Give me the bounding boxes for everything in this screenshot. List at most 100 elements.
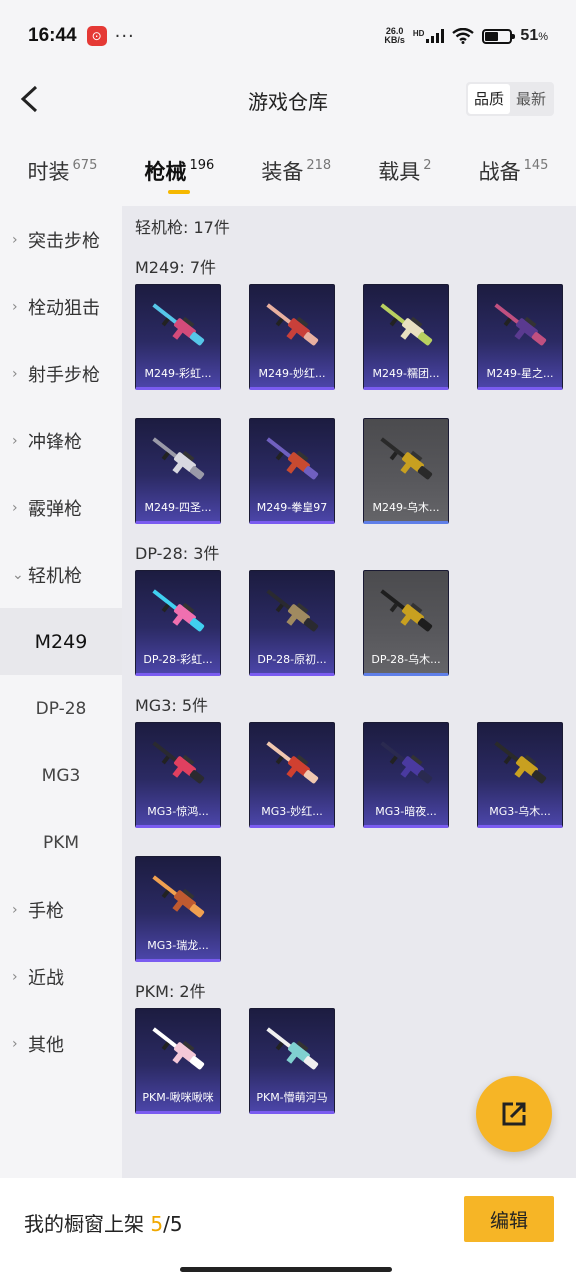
app-notification-icon: ⊙ [86, 26, 107, 46]
weapon-skin-image [152, 303, 205, 346]
group-title-mg3: MG3: 5件 [135, 696, 209, 715]
weapon-skin-image [152, 437, 205, 480]
item-grid-m249: M249-彩虹... M249-妙红... M249-糯团... M249-星之… [135, 284, 576, 552]
skin-card-label: MG3-暗夜... [375, 805, 437, 818]
group-title-m249: M249: 7件 [135, 258, 217, 277]
sidebar-item-other[interactable]: › 其他 [0, 1010, 122, 1077]
weapon-skin-image [266, 589, 319, 632]
tab-equipment[interactable]: 装备 218 [261, 148, 331, 198]
tab-combat-supplies[interactable]: 战备 145 [479, 148, 549, 198]
skin-card-label: M249-彩虹... [144, 367, 212, 380]
skin-card-label: M249-四圣... [144, 501, 212, 514]
status-bar: 16:44 ⊙ ··· 26.0 KB/s HD 51% [0, 0, 576, 72]
skin-card[interactable]: M249-妙红... [249, 284, 335, 390]
chevron-right-icon: › [12, 365, 18, 382]
sidebar-subitem-pkm[interactable]: PKM [0, 809, 122, 876]
edit-button[interactable]: 编辑 [464, 1196, 554, 1242]
category-tabs: 时装 675 枪械 196 装备 218 载具 2 战备 145 [0, 148, 576, 198]
weapon-skin-image [266, 303, 319, 346]
weapon-skin-image [494, 303, 547, 346]
sidebar-item-smgs[interactable]: › 冲锋枪 [0, 407, 122, 474]
item-grid-mg3: MG3-惊鸿... MG3-妙红... MG3-暗夜... MG3-乌木... … [135, 722, 576, 990]
sidebar-item-shotguns[interactable]: › 霰弹枪 [0, 474, 122, 541]
skin-card[interactable]: M249-乌木... [363, 418, 449, 524]
weapon-skin-image [266, 437, 319, 480]
skin-card[interactable]: MG3-妙红... [249, 722, 335, 828]
weapon-skin-image [152, 589, 205, 632]
chevron-right-icon: › [12, 432, 18, 449]
item-grid-dp28: DP-28-彩虹... DP-28-原初... DP-28-乌木... [135, 570, 576, 704]
skin-card[interactable]: MG3-乌木... [477, 722, 563, 828]
status-right: 26.0 KB/s HD 51% [384, 27, 548, 45]
sidebar-item-melee[interactable]: › 近战 [0, 943, 122, 1010]
item-list: 轻机枪: 17件 M249: 7件 M249-彩虹... M249-妙红... … [122, 206, 576, 1178]
skin-card[interactable]: M249-星之... [477, 284, 563, 390]
skin-card-label: M249-糯团... [372, 367, 440, 380]
skin-card-label: DP-28-彩虹... [143, 653, 213, 666]
skin-card[interactable]: PKM-啾咪啾咪 [135, 1008, 221, 1114]
share-external-icon [502, 1102, 526, 1126]
skin-card-label: PKM-懵萌河马 [256, 1091, 328, 1104]
weapon-skin-image [266, 1027, 319, 1070]
skin-card[interactable]: MG3-暗夜... [363, 722, 449, 828]
skin-card[interactable]: M249-拳皇97 [249, 418, 335, 524]
chevron-right-icon: › [12, 499, 18, 516]
sidebar-subitem-dp28[interactable]: DP-28 [0, 675, 122, 742]
weapon-skin-image [266, 741, 319, 784]
sort-quality-button[interactable]: 品质 [467, 84, 510, 114]
weapon-skin-image [152, 1027, 205, 1070]
sidebar-subitem-mg3[interactable]: MG3 [0, 742, 122, 809]
home-indicator[interactable] [180, 1267, 392, 1272]
skin-card-label: M249-乌木... [372, 501, 440, 514]
group-title-dp28: DP-28: 3件 [135, 544, 220, 563]
sort-toggle: 品质 最新 [465, 82, 554, 116]
group-title-pkm: PKM: 2件 [135, 982, 206, 1001]
skin-card[interactable]: M249-糯团... [363, 284, 449, 390]
skin-card[interactable]: M249-四圣... [135, 418, 221, 524]
tab-firearms[interactable]: 枪械 196 [144, 148, 214, 198]
sidebar-item-bolt-snipers[interactable]: › 栓动狙击 [0, 273, 122, 340]
sidebar-item-pistols[interactable]: › 手枪 [0, 876, 122, 943]
sidebar-item-lmgs[interactable]: ⌄ 轻机枪 [0, 541, 122, 608]
battery-fill [485, 31, 498, 41]
weapon-skin-image [494, 741, 547, 784]
share-button[interactable] [476, 1076, 552, 1152]
tab-vehicles[interactable]: 载具 2 [378, 148, 431, 198]
bottom-bar: 我的橱窗上架 5/5 编辑 [0, 1178, 576, 1280]
skin-card[interactable]: MG3-瑞龙... [135, 856, 221, 962]
skin-card-label: PKM-啾咪啾咪 [142, 1091, 214, 1104]
skin-card[interactable]: DP-28-乌木... [363, 570, 449, 676]
skin-card-label: MG3-惊鸿... [147, 805, 209, 818]
battery-icon [482, 28, 516, 44]
weapon-skin-image [380, 589, 433, 632]
chevron-right-icon: › [12, 968, 18, 985]
weapon-skin-image [380, 741, 433, 784]
wifi-icon [452, 28, 475, 44]
network-speed: 26.0 KB/s [384, 26, 405, 45]
skin-card[interactable]: DP-28-彩虹... [135, 570, 221, 676]
skin-card[interactable]: PKM-懵萌河马 [249, 1008, 335, 1114]
weapon-skin-image [380, 437, 433, 480]
hd-label: HD [412, 29, 425, 38]
skin-card-label: M249-拳皇97 [256, 501, 328, 514]
sort-latest-button[interactable]: 最新 [510, 84, 552, 114]
weapon-skin-image [152, 741, 205, 784]
battery-percent: 51% [520, 27, 548, 44]
chevron-right-icon: › [12, 1035, 18, 1052]
skin-card[interactable]: MG3-惊鸿... [135, 722, 221, 828]
showcase-status: 我的橱窗上架 5/5 [24, 1212, 183, 1236]
sidebar: › 突击步枪 › 栓动狙击 › 射手步枪 › 冲锋枪 › 霰弹枪 ⌄ 轻机枪 M249 DP… [0, 206, 122, 1178]
status-time: 16:44 [28, 25, 77, 46]
skin-card-label: DP-28-原初... [257, 653, 327, 666]
sidebar-item-assault-rifles[interactable]: › 突击步枪 [0, 206, 122, 273]
sidebar-item-marksman-rifles[interactable]: › 射手步枪 [0, 340, 122, 407]
skin-card[interactable]: M249-彩虹... [135, 284, 221, 390]
tab-fashion[interactable]: 时装 675 [28, 148, 98, 198]
more-notifications-icon: ··· [114, 25, 135, 47]
header: 游戏仓库 品质 最新 [0, 72, 576, 126]
sidebar-subitem-m249[interactable]: M249 [0, 608, 122, 675]
weapon-skin-image [152, 875, 205, 918]
skin-card-label: DP-28-乌木... [371, 653, 441, 666]
skin-card-label: M249-星之... [486, 367, 554, 380]
skin-card[interactable]: DP-28-原初... [249, 570, 335, 676]
